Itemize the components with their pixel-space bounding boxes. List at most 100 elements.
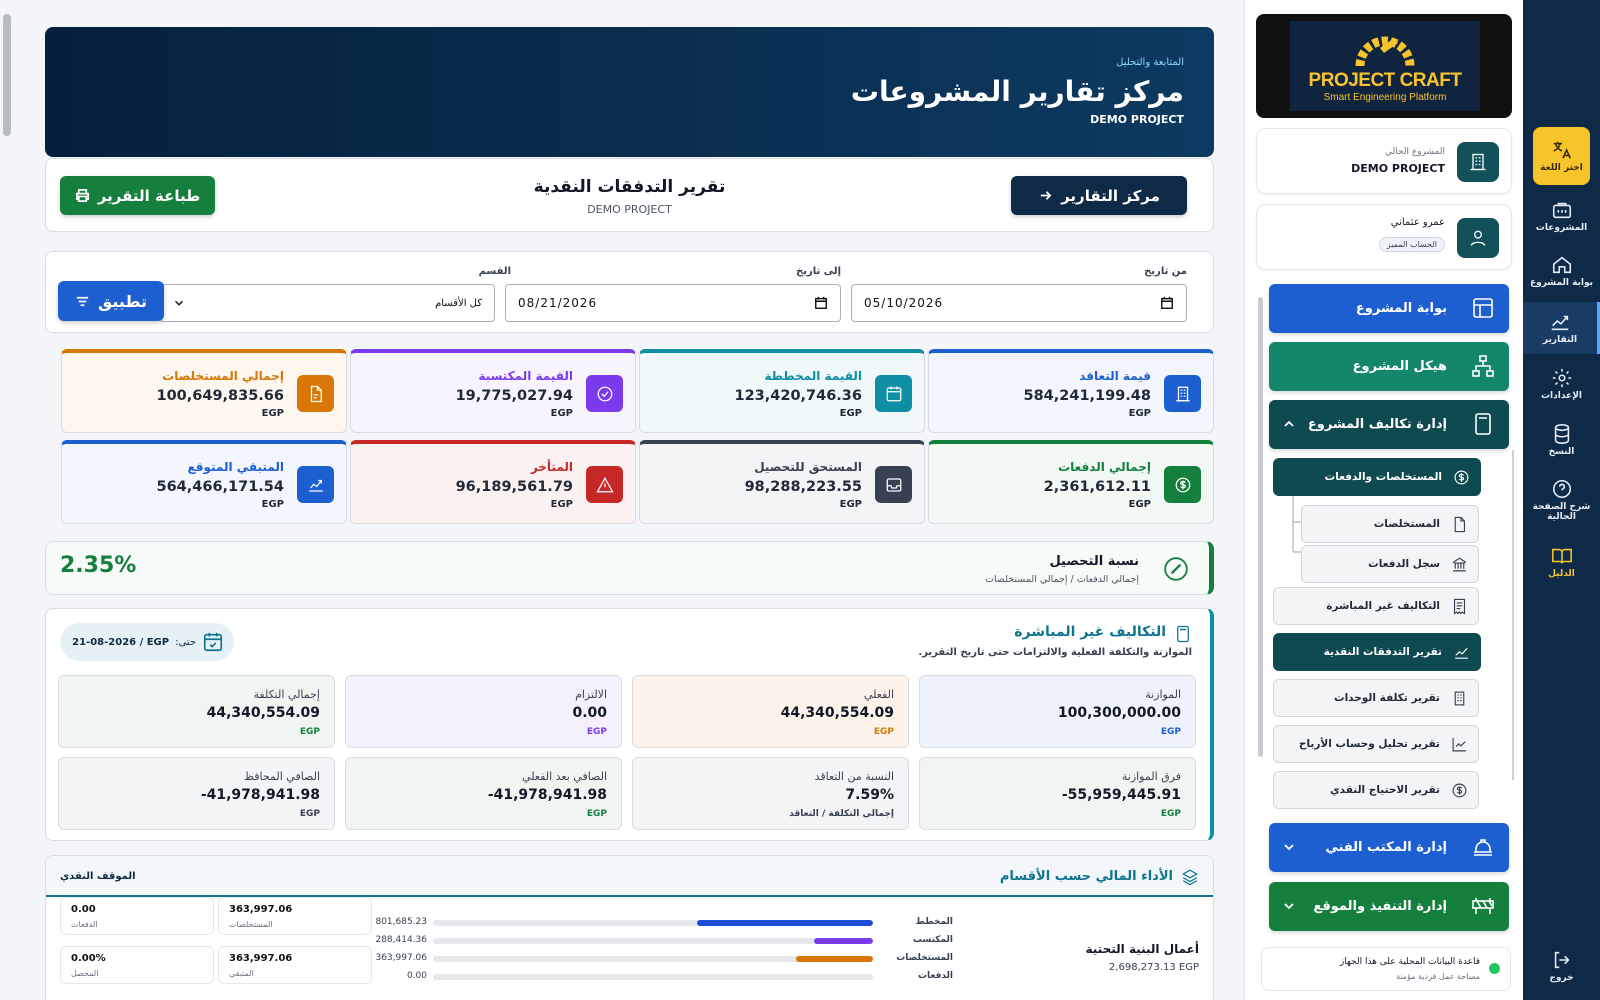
bar-fill [697,920,873,926]
filters-panel: من تاريخ 05/10/2026 إلى تاريخ 08/21/2026… [45,251,1214,333]
cash-stat: 0.00 الدفعات [60,897,214,935]
user-card[interactable]: عمرو عثماني الحساب المميز [1256,204,1512,270]
logo-name: PROJECT CRAFT [1308,70,1462,91]
chevron-up-icon [1284,420,1294,427]
nav-claims-payments[interactable]: المستخلصات والدفعات [1273,458,1481,496]
nav-tech-office[interactable]: إدارة المكتب الفني [1269,823,1509,872]
indirect-card-note: EGP [299,809,320,819]
print-report-button[interactable]: طباعة التقرير [60,176,215,215]
indirect-title: التكاليف غير المباشرة [1014,624,1166,640]
header-kicker: المتابعة والتحليل [1116,57,1184,68]
cash-stat: 363,997.06 المستخلصات [218,897,372,935]
nav-cashflow-report[interactable]: تقرير التدفقات النقدية [1273,633,1481,671]
rail-explain[interactable]: شرح الصفحة الحالية [1529,474,1594,526]
kpi-label: المتبقي المتوقع [187,460,284,474]
rail-logout[interactable]: خروج [1529,940,1594,992]
report-toolbar: مركز التقارير تقرير التدفقات النقدية DEM… [45,158,1214,232]
rail-reports[interactable]: التقارير [1523,302,1600,354]
translate-icon [1552,141,1571,159]
language-button[interactable]: اختر اللغة [1533,127,1590,185]
kpi-currency: EGP [261,408,284,419]
bar-label: المخطط [915,917,953,927]
database-icon [1554,423,1569,444]
apply-button[interactable]: تطبيق [58,281,164,321]
kpi-label: المستحق للتحصيل [754,460,862,474]
current-project-label: المشروع الحالي [1384,147,1445,157]
from-date-label: من تاريخ [1144,266,1187,277]
kpi-currency: EGP [1128,408,1151,419]
bar-track [433,974,873,980]
kpi-label: القيمة المخططة [764,369,862,383]
chevron-down-icon [1284,903,1294,910]
indirect-card: الصافي المحافظ -41,978,941.98 EGP [58,757,335,830]
kpi-card: القيمة المخططة 123,420,746.36 EGP [639,349,925,433]
cash-stat-label: المحصل [71,969,99,978]
indirect-card: الفعلي 44,340,554.09 EGP [632,675,909,748]
logo-tagline: Smart Engineering Platform [1323,92,1447,103]
sidebar-scrollbar[interactable] [1258,297,1263,757]
nav-portal[interactable]: بوابة المشروع [1269,284,1509,333]
current-project-card[interactable]: المشروع الحالي DEMO PROJECT [1256,128,1512,194]
cash-position-label: الموقف النقدي [60,871,136,882]
header-project: DEMO PROJECT [1090,113,1184,126]
kpi-card: القيمة المكتسبة 19,775,027.94 EGP [350,349,636,433]
department-select[interactable]: كل الأقسام [159,284,495,322]
page-header: المتابعة والتحليل مركز تقارير المشروعات … [45,27,1214,157]
section-total: 2,698,273.13 EGP [1108,962,1199,973]
until-date-pill: حتى: 21-08-2026 / EGP [60,623,234,661]
nav-claims[interactable]: المستخلصات [1301,505,1479,543]
dollar-circle-icon [1164,466,1201,503]
indirect-card-label: الموازنة [1145,688,1181,701]
indirect-card-label: النسبة من التعاقد [814,770,894,783]
chart-line-icon [1551,315,1569,330]
cash-stat: 0.00% المحصل [60,946,214,984]
building-icon [1457,142,1499,182]
nav-cash-need-report[interactable]: تقرير الاحتياج النقدي [1273,771,1479,809]
to-date-label: إلى تاريخ [795,266,841,277]
file-icon [1454,516,1466,533]
filter-icon [76,296,89,306]
from-date-input[interactable]: 05/10/2026 [851,284,1187,322]
cash-stat: 363,997.06 المتبقي [218,946,372,984]
kpi-value: 19,775,027.94 [455,388,573,404]
rail-backup[interactable]: النسخ [1529,414,1594,466]
rail-projects[interactable]: المشروعات [1529,190,1594,242]
nav-structure[interactable]: هيكل المشروع [1269,342,1509,391]
layout-icon [1473,298,1493,318]
kpi-value: 96,189,561.79 [455,479,573,495]
nav-unit-cost-report[interactable]: تقرير تكلفة الوحدات [1273,679,1479,717]
indirect-card: الصافي بعد الفعلي -41,978,941.98 EGP [345,757,622,830]
to-date-input[interactable]: 08/21/2026 [505,284,841,322]
gear-logo-icon [1355,36,1415,67]
indirect-card-label: الفعلي [863,688,894,701]
account-badge: الحساب المميز [1378,237,1445,252]
main-scrollbar[interactable] [3,14,11,136]
indirect-card-value: 44,340,554.09 [780,705,894,721]
rail-settings[interactable]: الإعدادات [1529,358,1594,410]
cash-stat-label: المستخلصات [229,920,273,929]
nav-costs[interactable]: إدارة تكاليف المشروع [1269,400,1509,449]
indirect-card-value: -41,978,941.98 [200,787,320,803]
kpi-value: 564,466,171.54 [156,479,284,495]
nav-payments-log[interactable]: سجل الدفعات [1301,545,1479,583]
nav-profit-report[interactable]: تقرير تحليل وحساب الأرباح [1273,725,1479,763]
report-title: تقرير التدفقات النقدية [533,177,726,197]
kpi-currency: EGP [550,499,573,510]
cash-stat-value: 363,997.06 [229,904,293,915]
calculator-icon [1177,625,1189,643]
bar-label: المكتسب [912,935,953,945]
indirect-card-label: فرق الموازنة [1121,770,1181,783]
kpi-value: 98,288,223.55 [744,479,862,495]
bar-value: 363,997.06 [375,953,427,963]
rail-guide[interactable]: الدليل [1529,536,1594,588]
current-project-name: DEMO PROJECT [1351,162,1445,175]
nav-execution[interactable]: إدارة التنفيذ والموقع [1269,882,1509,931]
indirect-card: النسبة من التعاقد 7.59% إجمالي التكلفة /… [632,757,909,830]
section-name: أعمال البنية التحتية [1085,942,1199,956]
nav-indirect-costs[interactable]: التكاليف غير المباشرة [1273,587,1479,625]
bank-icon [1452,557,1467,572]
rail-portal[interactable]: بوابة المشروع [1529,245,1594,297]
kpi-currency: EGP [839,499,862,510]
building-icon [1454,691,1465,706]
kpi-value: 123,420,746.36 [734,388,862,404]
